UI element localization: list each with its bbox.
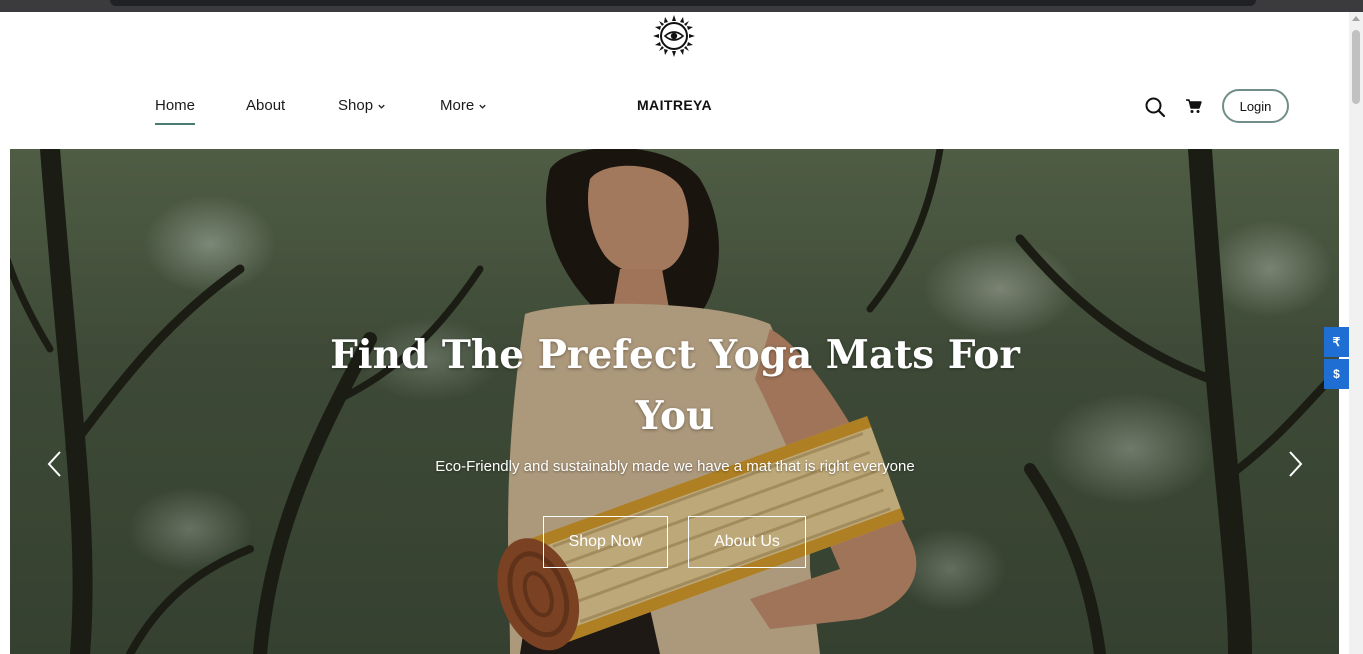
chevron-down-icon [479, 104, 486, 109]
currency-switcher: ₹ $ [1324, 327, 1349, 391]
chevron-down-icon [378, 104, 385, 109]
hero-banner: Find The Prefect Yoga Mats For You Eco-F… [10, 149, 1339, 654]
hero-title: Find The Prefect Yoga Mats For You [330, 332, 1020, 439]
sun-eye-logo-icon[interactable] [652, 14, 696, 58]
shop-now-button[interactable]: Shop Now [543, 516, 668, 568]
page-scrollbar[interactable] [1349, 12, 1363, 654]
chevron-right-icon[interactable] [1284, 449, 1306, 479]
login-button[interactable]: Login [1222, 89, 1289, 123]
browser-address-bar [110, 0, 1256, 6]
hero-subtitle: Eco-Friendly and sustainably made we hav… [435, 458, 915, 475]
brand-name[interactable]: MAITREYA [637, 97, 712, 113]
browser-top-strip [0, 0, 1363, 12]
nav-more[interactable]: More [440, 96, 488, 116]
nav-home[interactable]: Home [155, 96, 196, 125]
search-icon[interactable] [1144, 96, 1166, 118]
nav-more-label: More [440, 97, 475, 114]
nav-about-label: About [246, 97, 286, 114]
nav-shop[interactable]: Shop [338, 96, 387, 116]
nav-about[interactable]: About [246, 96, 285, 116]
currency-inr-tab[interactable]: ₹ [1324, 327, 1349, 357]
nav-home-label: Home [155, 97, 196, 114]
nav-shop-label: Shop [338, 97, 374, 114]
scroll-up-icon[interactable] [1352, 16, 1360, 21]
about-us-button[interactable]: About Us [688, 516, 806, 568]
scrollbar-thumb[interactable] [1352, 30, 1360, 104]
currency-usd-tab[interactable]: $ [1324, 359, 1349, 389]
chevron-left-icon[interactable] [44, 449, 66, 479]
cart-icon[interactable] [1185, 97, 1203, 115]
